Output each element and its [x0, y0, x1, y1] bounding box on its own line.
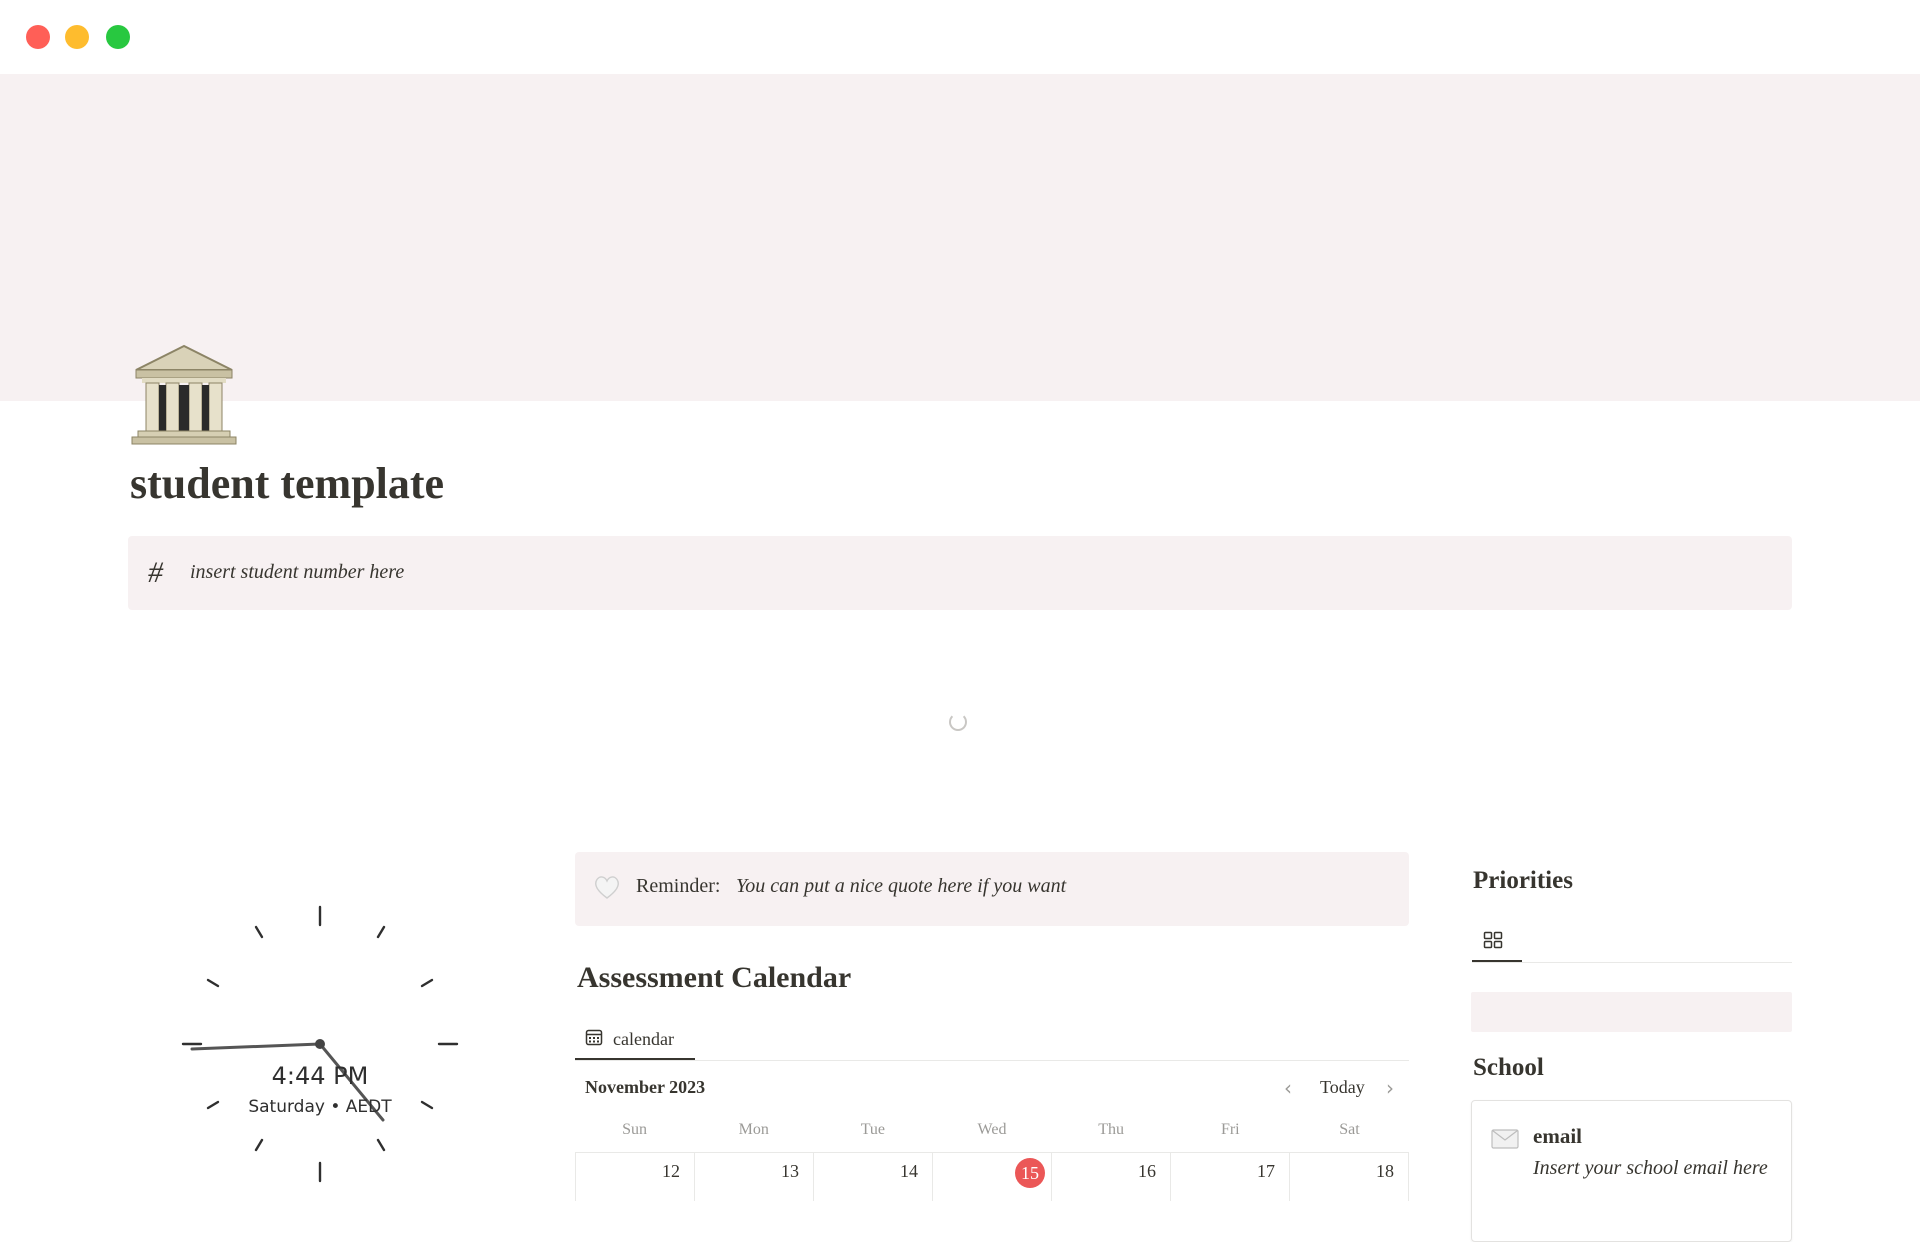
reminder-quote[interactable]: You can put a nice quote here if you wan…	[736, 875, 1066, 898]
today-day-number: 15	[1015, 1158, 1045, 1188]
priorities-gallery-placeholder[interactable]	[1471, 992, 1792, 1032]
clock-day: Saturday • AEDT	[248, 1097, 392, 1117]
day-number: 18	[1376, 1161, 1394, 1181]
tab-calendar[interactable]: calendar	[575, 1018, 686, 1060]
weekday-label: Sun	[622, 1121, 648, 1138]
email-label: email	[1533, 1124, 1582, 1148]
gallery-grid-icon	[1483, 931, 1503, 949]
minimize-window-button[interactable]	[65, 25, 89, 49]
tab-gallery[interactable]	[1472, 920, 1522, 962]
active-tab-indicator	[575, 1058, 695, 1060]
chevron-left-icon[interactable]: ‹	[1284, 1076, 1292, 1100]
day-number: 14	[900, 1161, 918, 1181]
calendar-day-cell[interactable]: 18	[1289, 1153, 1409, 1201]
weekday-label: Mon	[738, 1121, 769, 1138]
close-window-button[interactable]	[26, 25, 50, 49]
day-number: 12	[662, 1161, 680, 1181]
weekday-label: Thu	[1098, 1121, 1125, 1138]
page-title[interactable]: student template	[130, 458, 444, 509]
window-titlebar	[0, 0, 1920, 74]
weekday-label: Fri	[1220, 1121, 1240, 1138]
email-value[interactable]: Insert your school email here	[1533, 1157, 1768, 1180]
calendar-day-cell[interactable]: 14	[813, 1153, 932, 1201]
calendar-day-cell-today[interactable]: 15	[932, 1153, 1051, 1201]
calendar-month: November 2023	[585, 1077, 706, 1097]
tab-divider	[575, 1060, 1409, 1061]
priorities-heading[interactable]: Priorities	[1473, 867, 1573, 895]
weekday-header: Sun Mon Tue Wed Thu Fri Sat	[575, 1121, 1409, 1139]
classical-building-icon[interactable]	[128, 340, 240, 452]
today-button[interactable]: Today	[1320, 1077, 1365, 1098]
reminder-label: Reminder:	[636, 875, 721, 897]
active-tab-indicator	[1472, 960, 1522, 962]
hash-icon: #	[148, 556, 163, 589]
day-number: 17	[1257, 1161, 1275, 1181]
student-number-value[interactable]: insert student number here	[190, 561, 404, 584]
loading-spinner-icon	[949, 713, 967, 731]
day-number: 13	[781, 1161, 799, 1181]
tab-divider	[1472, 962, 1792, 963]
calendar-day-cell[interactable]: 13	[694, 1153, 813, 1201]
white-heart-icon[interactable]	[592, 872, 622, 902]
envelope-icon	[1491, 1129, 1519, 1149]
weekday-label: Wed	[977, 1121, 1007, 1138]
weekday-label: Sat	[1339, 1121, 1360, 1138]
calendar-week-row: 12 13 14 15 16 17 18	[575, 1152, 1409, 1201]
page-cover	[0, 74, 1920, 401]
calendar-day-cell[interactable]: 16	[1051, 1153, 1170, 1201]
analog-clock	[170, 890, 470, 1200]
assessment-calendar-heading[interactable]: Assessment Calendar	[577, 961, 851, 995]
school-heading[interactable]: School	[1473, 1054, 1544, 1082]
maximize-window-button[interactable]	[106, 25, 130, 49]
calendar-day-cell[interactable]: 12	[575, 1153, 694, 1201]
tab-calendar-label: calendar	[613, 1028, 674, 1049]
calendar-icon	[585, 1028, 603, 1051]
clock-time: 4:44 PM	[271, 1062, 369, 1090]
calendar-day-cell[interactable]: 17	[1170, 1153, 1289, 1201]
chevron-right-icon[interactable]: ›	[1386, 1076, 1394, 1100]
weekday-label: Tue	[860, 1121, 885, 1138]
day-number: 16	[1138, 1161, 1156, 1181]
